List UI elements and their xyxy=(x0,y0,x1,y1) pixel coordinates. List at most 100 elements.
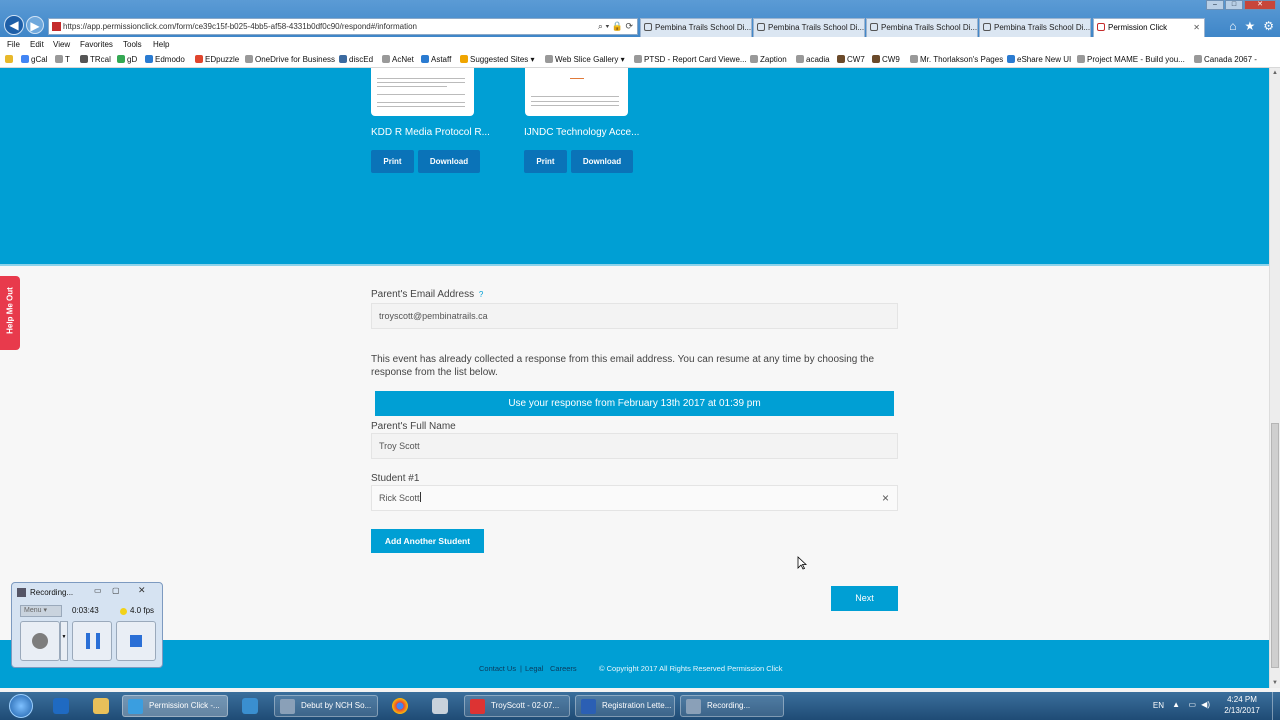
favorite-link[interactable]: eShare New UI xyxy=(1007,55,1071,64)
favorite-link[interactable]: Edmodo xyxy=(145,55,185,64)
favorite-link[interactable]: EDpuzzle xyxy=(195,55,239,64)
recorder-menu-dropdown[interactable]: Menu ▾ xyxy=(20,605,62,617)
recorder-restore-icon[interactable]: ▢ xyxy=(112,586,120,595)
favorite-link[interactable]: acadia xyxy=(796,55,830,64)
clock-date[interactable]: 2/13/2017 xyxy=(1214,706,1270,715)
favorite-link[interactable]: Mr. Thorlakson's Pages xyxy=(910,55,1003,64)
menu-view[interactable]: View xyxy=(53,40,70,49)
next-button[interactable]: Next xyxy=(831,586,898,611)
status-light-icon xyxy=(120,608,127,615)
window-controls: – □ ✕ xyxy=(1205,0,1276,10)
favorite-link[interactable]: Project MAME - Build you... xyxy=(1077,55,1185,64)
debut-icon xyxy=(280,699,295,714)
explorer-pin[interactable] xyxy=(84,695,118,717)
favorite-link[interactable]: CW9 xyxy=(872,55,900,64)
browser-tab[interactable]: Pembina Trails School Di... xyxy=(866,18,978,37)
favorite-link[interactable]: OneDrive for Business xyxy=(245,55,335,64)
menu-file[interactable]: File xyxy=(7,40,20,49)
minimize-icon[interactable]: – xyxy=(1206,0,1224,10)
language-indicator[interactable]: EN xyxy=(1153,701,1164,710)
browser-tab[interactable]: Pembina Trails School Di... xyxy=(979,18,1091,37)
favorite-link[interactable]: gCal xyxy=(21,55,47,64)
tab-label: Pembina Trails School Di... xyxy=(881,23,978,32)
document-thumbnail[interactable] xyxy=(371,68,474,116)
chrome-pin[interactable] xyxy=(383,695,417,717)
email-label: Parent's Email Address ? xyxy=(371,289,484,300)
favorite-link[interactable]: PTSD - Report Card Viewe... xyxy=(634,55,747,64)
maximize-icon[interactable]: □ xyxy=(1225,0,1243,10)
close-window-icon[interactable]: ✕ xyxy=(1244,0,1276,10)
info-message: This event has already collected a respo… xyxy=(371,354,875,378)
outlook-pin[interactable] xyxy=(44,695,78,717)
clock-time[interactable]: 4:24 PM xyxy=(1214,695,1270,704)
show-desktop-button[interactable] xyxy=(1272,692,1280,720)
recorder-time: 0:03:43 xyxy=(72,606,99,615)
back-arrow-icon[interactable]: ◀ xyxy=(4,15,24,35)
favorite-link[interactable]: Web Slice Gallery ▾ xyxy=(545,55,625,64)
pause-button[interactable] xyxy=(72,621,112,661)
favorite-link[interactable]: Astaff xyxy=(421,55,451,64)
download-button[interactable]: Download xyxy=(571,150,633,173)
menu-favorites[interactable]: Favorites xyxy=(80,40,113,49)
home-icon[interactable]: ⌂ xyxy=(1229,19,1236,33)
favorite-link[interactable]: Suggested Sites ▾ xyxy=(460,55,535,64)
browser-tab[interactable]: Pembina Trails School Di... xyxy=(753,18,865,37)
favorite-link[interactable]: TRcal xyxy=(80,55,111,64)
print-button[interactable]: Print xyxy=(524,150,567,173)
taskbar-item-recording[interactable]: Recording... xyxy=(680,695,784,717)
contact-link[interactable]: Contact Us xyxy=(479,664,516,673)
stop-icon xyxy=(130,635,142,647)
taskbar-item-debut[interactable]: Debut by NCH So... xyxy=(274,695,378,717)
download-button[interactable]: Download xyxy=(418,150,480,173)
recorder-minimize-icon[interactable]: ▭ xyxy=(94,586,102,595)
favorites-star-icon[interactable]: ★ xyxy=(1244,19,1255,33)
network-icon[interactable]: ▭ xyxy=(1188,700,1196,709)
favorite-link[interactable]: T xyxy=(55,55,70,64)
stop-button[interactable] xyxy=(116,621,156,661)
menu-tools[interactable]: Tools xyxy=(123,40,142,49)
print-button[interactable]: Print xyxy=(371,150,414,173)
resume-response-button[interactable]: Use your response from February 13th 201… xyxy=(375,391,894,416)
clear-icon[interactable]: × xyxy=(882,486,889,510)
start-button[interactable] xyxy=(3,693,39,719)
gear-icon[interactable]: ⚙ xyxy=(1263,19,1274,33)
show-hidden-icons-icon[interactable]: ▲ xyxy=(1172,700,1180,709)
document-thumbnail[interactable] xyxy=(525,68,628,116)
volume-icon[interactable]: ◀) xyxy=(1201,700,1210,709)
legal-link[interactable]: Legal xyxy=(525,664,543,673)
calculator-pin[interactable] xyxy=(423,695,457,717)
browser-tab[interactable]: Pembina Trails School Di... xyxy=(640,18,752,37)
add-student-button[interactable]: Add Another Student xyxy=(371,529,484,553)
vertical-scrollbar[interactable]: ▲ ▼ xyxy=(1269,68,1280,688)
student-field[interactable]: Rick Scott × xyxy=(371,485,898,511)
record-options-dropdown[interactable]: ▼ xyxy=(60,621,68,661)
help-me-out-tab[interactable]: Help Me Out xyxy=(0,276,20,350)
careers-link[interactable]: Careers xyxy=(550,664,577,673)
favorite-link[interactable]: CW7 xyxy=(837,55,865,64)
browser-tab-active[interactable]: Permission Click ✕ xyxy=(1093,18,1205,37)
favorite-link[interactable]: Canada 2067 - xyxy=(1194,55,1257,64)
page-icon xyxy=(757,23,765,31)
forward-arrow-icon[interactable]: ▶ xyxy=(26,16,44,34)
favorite-link[interactable]: gD xyxy=(117,55,137,64)
close-tab-icon[interactable]: ✕ xyxy=(1193,19,1200,36)
scroll-down-icon[interactable]: ▼ xyxy=(1272,680,1278,686)
recorder-close-icon[interactable]: ✕ xyxy=(138,585,146,596)
menu-edit[interactable]: Edit xyxy=(30,40,44,49)
record-button[interactable] xyxy=(20,621,60,661)
taskbar-item-ie[interactable]: Permission Click -... xyxy=(122,695,228,717)
favorite-link[interactable]: Zaption xyxy=(750,55,787,64)
menu-help[interactable]: Help xyxy=(153,40,169,49)
scroll-thumb[interactable] xyxy=(1271,423,1279,668)
address-bar[interactable]: https://app.permissionclick.com/form/ce3… xyxy=(48,18,638,35)
help-question-icon[interactable]: ? xyxy=(479,290,483,299)
taskbar-item-word[interactable]: Registration Lette... xyxy=(575,695,675,717)
notes-pin[interactable] xyxy=(233,695,267,717)
scroll-up-icon[interactable]: ▲ xyxy=(1272,70,1278,76)
favorite-link[interactable]: AcNet xyxy=(382,55,414,64)
fullname-field[interactable]: Troy Scott xyxy=(371,433,898,459)
taskbar-item-pdf[interactable]: TroyScott - 02-07... xyxy=(464,695,570,717)
address-tools-icon[interactable]: ⌕ ▾ 🔒 ⟳ xyxy=(598,19,633,34)
email-field[interactable]: troyscott@pembinatrails.ca xyxy=(371,303,898,329)
favorite-link[interactable]: discEd xyxy=(339,55,373,64)
